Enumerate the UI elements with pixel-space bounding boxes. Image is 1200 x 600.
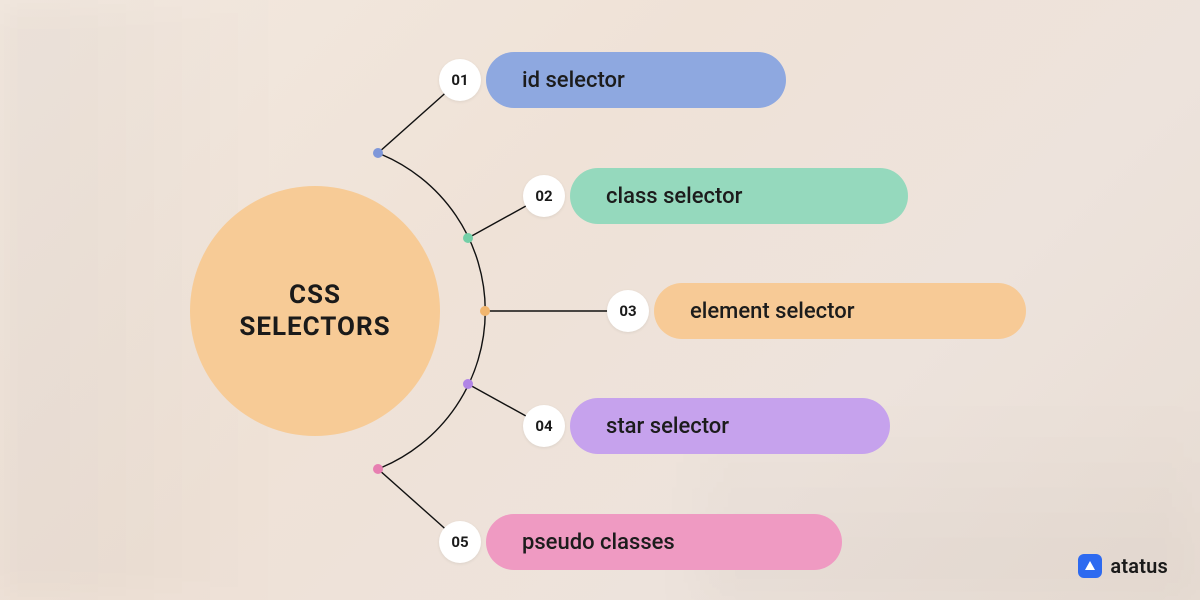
brand-name: atatus (1110, 554, 1168, 578)
brand-logo: atatus (1078, 554, 1168, 578)
hub-circle: CSS SELECTORS (190, 186, 440, 436)
number-badge: 04 (523, 405, 565, 447)
selector-pill: element selector (654, 283, 1026, 339)
arc-node-dot (373, 148, 383, 158)
brand-mark-icon (1078, 554, 1102, 578)
selector-pill-label: class selector (606, 184, 742, 209)
hub-title: CSS SELECTORS (239, 279, 390, 344)
arc-node-dot (480, 306, 490, 316)
number-badge-text: 01 (451, 71, 468, 89)
selector-pill-label: star selector (606, 414, 729, 439)
number-badge-text: 04 (535, 417, 552, 435)
number-badge-text: 03 (619, 302, 636, 320)
selector-pill-label: element selector (690, 299, 854, 324)
selector-pill: class selector (570, 168, 908, 224)
number-badge: 01 (439, 59, 481, 101)
diagram-stage: CSS SELECTORS id selector 01 class selecto… (0, 0, 1200, 600)
number-badge-text: 02 (535, 187, 552, 205)
arc-node-dot (463, 233, 473, 243)
number-badge-text: 05 (451, 533, 468, 551)
arc-node-dot (373, 464, 383, 474)
arc-node-dot (463, 379, 473, 389)
number-badge: 05 (439, 521, 481, 563)
selector-pill: id selector (486, 52, 786, 108)
selector-pill-label: pseudo classes (522, 530, 675, 555)
number-badge: 03 (607, 290, 649, 332)
selector-pill: star selector (570, 398, 890, 454)
selector-pill-label: id selector (522, 68, 625, 93)
number-badge: 02 (523, 175, 565, 217)
selector-pill: pseudo classes (486, 514, 842, 570)
